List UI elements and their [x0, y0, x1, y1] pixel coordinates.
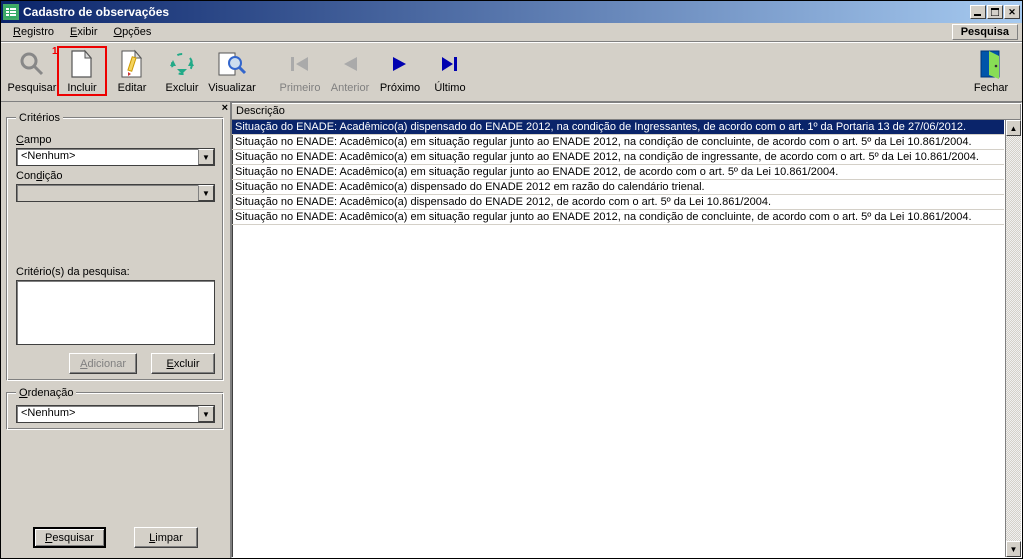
ordenacao-value: <Nenhum>: [17, 406, 198, 422]
app-icon: [3, 4, 19, 20]
chevron-down-icon[interactable]: ▼: [198, 149, 214, 165]
door-icon: [975, 48, 1007, 80]
scroll-track[interactable]: [1006, 136, 1021, 541]
ordenacao-legend: Ordenação: [16, 387, 76, 399]
menu-exibir[interactable]: Exibir: [62, 24, 106, 40]
tool-excluir[interactable]: Excluir: [157, 46, 207, 96]
vertical-scrollbar[interactable]: ▲ ▼: [1005, 120, 1021, 557]
tool-anterior[interactable]: Anterior: [325, 46, 375, 96]
table-row[interactable]: Situação no ENADE: Acadêmico(a) dispensa…: [232, 180, 1004, 195]
excluir-button[interactable]: Excluir: [151, 353, 215, 374]
titlebar: Cadastro de observações ✕: [1, 1, 1022, 23]
menu-pesquisa-button[interactable]: Pesquisa: [952, 24, 1018, 40]
table-row[interactable]: Situação do ENADE: Acadêmico(a) dispensa…: [232, 120, 1004, 135]
adicionar-button[interactable]: Adicionar: [69, 353, 137, 374]
ordenacao-group: Ordenação <Nenhum> ▼: [7, 387, 224, 430]
criterios-pesquisa-label: Critério(s) da pesquisa:: [16, 266, 215, 278]
table-row[interactable]: Situação no ENADE: Acadêmico(a) em situa…: [232, 150, 1004, 165]
chevron-down-icon[interactable]: ▼: [198, 185, 214, 201]
criterios-pesquisa-list[interactable]: [16, 280, 215, 345]
tool-pesquisar[interactable]: Pesquisar: [7, 46, 57, 96]
chevron-down-icon[interactable]: ▼: [198, 406, 214, 422]
window-controls: ✕: [970, 5, 1020, 19]
window-title: Cadastro de observações: [23, 5, 970, 19]
limpar-button[interactable]: Limpar: [134, 527, 198, 548]
magnify-page-icon: [216, 48, 248, 80]
condicao-label: Condição: [16, 170, 215, 182]
campo-label: Campo: [16, 134, 215, 146]
magnifier-icon: [16, 48, 48, 80]
close-button[interactable]: ✕: [1004, 5, 1020, 19]
results-grid: Descrição Situação do ENADE: Acadêmico(a…: [231, 102, 1022, 558]
tool-proximo[interactable]: Próximo: [375, 46, 425, 96]
menu-opcoes[interactable]: Opções: [106, 24, 160, 40]
panel-buttons: Pesquisar Limpar: [1, 527, 230, 548]
first-icon: [284, 48, 316, 80]
callout-1: 1: [52, 46, 58, 57]
ordenacao-combo[interactable]: <Nenhum> ▼: [16, 405, 215, 423]
toolbar: Pesquisar 1 Incluir Editar Excluir Visua…: [1, 42, 1022, 102]
menubar: Registro Exibir Opções Pesquisa: [1, 23, 1022, 42]
criterios-legend: Critérios: [16, 112, 63, 124]
condicao-combo[interactable]: ▼: [16, 184, 215, 202]
criteria-panel: × Critérios Campo <Nenhum> ▼ Condição ▼ …: [1, 102, 231, 558]
tool-fechar[interactable]: Fechar: [966, 46, 1016, 96]
last-icon: [434, 48, 466, 80]
tool-editar[interactable]: Editar: [107, 46, 157, 96]
scroll-up-button[interactable]: ▲: [1006, 120, 1021, 136]
campo-value: <Nenhum>: [17, 149, 198, 165]
tool-primeiro[interactable]: Primeiro: [275, 46, 325, 96]
grid-body[interactable]: Situação do ENADE: Acadêmico(a) dispensa…: [232, 120, 1021, 557]
table-row[interactable]: Situação no ENADE: Acadêmico(a) em situa…: [232, 135, 1004, 150]
condicao-value: [17, 185, 198, 201]
main-content: × Critérios Campo <Nenhum> ▼ Condição ▼ …: [1, 102, 1022, 558]
scroll-down-button[interactable]: ▼: [1006, 541, 1021, 557]
minimize-button[interactable]: [970, 5, 986, 19]
campo-combo[interactable]: <Nenhum> ▼: [16, 148, 215, 166]
menu-registro[interactable]: Registro: [5, 24, 62, 40]
prev-icon: [334, 48, 366, 80]
tool-visualizar[interactable]: Visualizar: [207, 46, 257, 96]
next-icon: [384, 48, 416, 80]
table-row[interactable]: Situação no ENADE: Acadêmico(a) dispensa…: [232, 195, 1004, 210]
edit-page-icon: [116, 48, 148, 80]
pesquisar-button[interactable]: Pesquisar: [33, 527, 106, 548]
grid-header-descricao[interactable]: Descrição: [232, 103, 1021, 120]
tool-incluir[interactable]: 1 Incluir: [57, 46, 107, 96]
panel-close-icon[interactable]: ×: [222, 102, 228, 114]
tool-ultimo[interactable]: Último: [425, 46, 475, 96]
table-row[interactable]: Situação no ENADE: Acadêmico(a) em situa…: [232, 210, 1004, 225]
table-row[interactable]: Situação no ENADE: Acadêmico(a) em situa…: [232, 165, 1004, 180]
criterios-group: Critérios Campo <Nenhum> ▼ Condição ▼ Cr…: [7, 112, 224, 381]
recycle-icon: [166, 48, 198, 80]
new-page-icon: [66, 48, 98, 80]
maximize-button[interactable]: [987, 5, 1003, 19]
